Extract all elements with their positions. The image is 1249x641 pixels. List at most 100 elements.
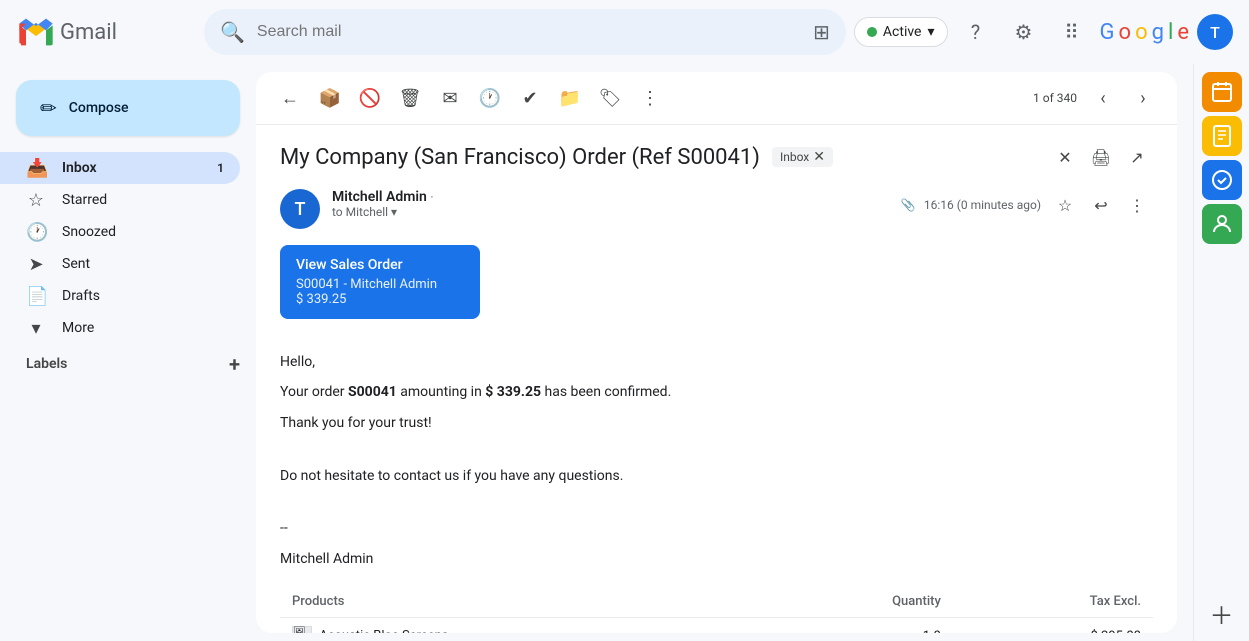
gmail-logo-text: Gmail	[60, 20, 117, 45]
sender-dot: ·	[430, 190, 433, 204]
google-branding: Google	[1100, 20, 1189, 45]
sales-card-order-ref: S00041 - Mitchell Admin	[296, 277, 464, 292]
spam-button[interactable]: 🚫	[352, 80, 388, 116]
order-table-header: Products Quantity Tax Excl.	[280, 586, 1153, 618]
email-toolbar: ← 📦 🚫 🗑 ✉ 🕐 ✔ 📁 🏷 ⋮ 1 of 340 ‹ ›	[256, 72, 1177, 125]
signature-dash: --	[280, 517, 1153, 539]
order-table-body: 🖼 Acoustic Bloc Screens 1.0 $ 295.00	[280, 618, 1153, 633]
email-body: Hello, Your order S00041 amounting in $ …	[280, 351, 1153, 570]
tax-excl-cell: $ 295.00	[953, 618, 1153, 633]
snoozed-label: Snoozed	[62, 224, 116, 240]
reply-button[interactable]: ↩	[1085, 189, 1117, 221]
user-avatar[interactable]: T	[1197, 14, 1233, 50]
search-input[interactable]	[257, 23, 801, 41]
notes-icon	[1210, 124, 1234, 148]
archive-button[interactable]: 📦	[312, 80, 348, 116]
pagination: 1 of 340 ‹ ›	[1033, 80, 1161, 116]
move-to-button[interactable]: 📁	[552, 80, 588, 116]
search-bar[interactable]: 🔍 ⊞	[204, 9, 846, 55]
search-icon: 🔍	[220, 20, 245, 44]
add-label-button[interactable]: +	[229, 352, 240, 376]
open-in-new-button[interactable]: ↗	[1121, 141, 1153, 173]
pagination-count: 1 of 340	[1033, 91, 1077, 105]
print-button[interactable]: 🖨	[1085, 141, 1117, 173]
snoozed-icon: 🕐	[26, 222, 46, 243]
prev-email-button[interactable]: ‹	[1085, 80, 1121, 116]
status-dot	[867, 27, 877, 37]
table-row: 🖼 Acoustic Bloc Screens 1.0 $ 295.00	[280, 618, 1153, 633]
remove-tag-button[interactable]: ✕	[813, 149, 825, 165]
gmail-logo-icon	[16, 12, 56, 52]
star-message-button[interactable]: ☆	[1049, 189, 1081, 221]
compose-icon: ✏	[40, 96, 57, 120]
sidebar-item-drafts[interactable]: 📄 Drafts	[0, 280, 240, 312]
sidebar: ✏ Compose 📥 Inbox 1 ☆ Starred 🕐 Snoozed …	[0, 64, 256, 641]
message-header: T Mitchell Admin · to Mitchell ▾ 📎 16:16…	[280, 189, 1153, 229]
sender-avatar: T	[280, 189, 320, 229]
gmail-logo: Gmail	[16, 12, 196, 52]
next-email-button[interactable]: ›	[1125, 80, 1161, 116]
message-more-button[interactable]: ⋮	[1121, 189, 1153, 221]
more-label: More	[62, 320, 94, 336]
sidebar-item-snoozed[interactable]: 🕐 Snoozed	[0, 216, 240, 248]
tasks-icon	[1210, 168, 1234, 192]
sidebar-item-sent[interactable]: ➤ Sent	[0, 248, 240, 280]
notes-panel-button[interactable]	[1202, 116, 1242, 156]
sent-icon: ➤	[26, 254, 46, 275]
quantity-cell: 1.0	[759, 618, 952, 633]
add-task-button[interactable]: ✔	[512, 80, 548, 116]
sender-info: Mitchell Admin · to Mitchell ▾	[332, 189, 901, 219]
contacts-panel-button[interactable]	[1202, 204, 1242, 244]
topbar: Gmail 🔍 ⊞ Active ▾ ? ⚙ ⠿ Google T	[0, 0, 1249, 64]
signature-name: Mitchell Admin	[280, 548, 1153, 570]
attachment-icon: 📎	[901, 198, 916, 212]
apps-button[interactable]: ⠿	[1052, 12, 1092, 52]
calendar-panel-button[interactable]	[1202, 72, 1242, 112]
email-content: My Company (San Francisco) Order (Ref S0…	[256, 125, 1177, 633]
status-label: Active	[883, 24, 922, 40]
compose-button[interactable]: ✏ Compose	[16, 80, 240, 136]
drafts-icon: 📄	[26, 286, 46, 307]
message-time: 16:16 (0 minutes ago)	[924, 198, 1041, 212]
message-actions: ☆ ↩ ⋮	[1049, 189, 1153, 221]
main-layout: ✏ Compose 📥 Inbox 1 ☆ Starred 🕐 Snoozed …	[0, 64, 1249, 641]
search-options-icon[interactable]: ⊞	[813, 20, 830, 44]
product-cell: 🖼 Acoustic Bloc Screens	[280, 618, 759, 633]
sales-card-amount: $ 339.25	[296, 292, 464, 307]
sidebar-item-more[interactable]: ▾ More	[0, 312, 240, 344]
sidebar-item-inbox[interactable]: 📥 Inbox 1	[0, 152, 240, 184]
sidebar-item-starred[interactable]: ☆ Starred	[0, 184, 240, 216]
star-icon: ☆	[26, 190, 46, 211]
inbox-tag: Inbox ✕	[772, 147, 833, 167]
greeting: Hello,	[280, 351, 1153, 373]
sales-card-button-label: View Sales Order	[296, 257, 464, 273]
body-line2: Thank you for your trust!	[280, 412, 1153, 434]
help-button[interactable]: ?	[956, 12, 996, 52]
sender-name: Mitchell Admin	[332, 189, 427, 205]
back-button[interactable]: ←	[272, 80, 308, 116]
view-sales-order-button[interactable]: View Sales Order S00041 - Mitchell Admin…	[280, 245, 480, 319]
to-chevron[interactable]: ▾	[391, 205, 397, 219]
email-panel: ← 📦 🚫 🗑 ✉ 🕐 ✔ 📁 🏷 ⋮ 1 of 340 ‹ › My Comp…	[256, 72, 1177, 633]
sent-label: Sent	[62, 256, 90, 272]
sales-order-section: View Sales Order S00041 - Mitchell Admin…	[280, 245, 1153, 335]
settings-button[interactable]: ⚙	[1004, 12, 1044, 52]
delete-button[interactable]: 🗑	[392, 80, 428, 116]
close-email-button[interactable]: ✕	[1049, 141, 1081, 173]
mark-unread-button[interactable]: ✉	[432, 80, 468, 116]
email-subject-title: My Company (San Francisco) Order (Ref S0…	[280, 145, 760, 170]
label-button[interactable]: 🏷	[592, 80, 628, 116]
inbox-badge: 1	[217, 161, 224, 175]
inbox-icon: 📥	[26, 158, 46, 179]
col-tax-excl: Tax Excl.	[953, 586, 1153, 618]
tasks-panel-button[interactable]	[1202, 160, 1242, 200]
pagination-arrows: ‹ ›	[1085, 80, 1161, 116]
product-image: 🖼	[292, 626, 312, 633]
sender-to[interactable]: to Mitchell ▾	[332, 205, 901, 219]
product-name: Acoustic Bloc Screens	[319, 629, 448, 633]
more-actions-button[interactable]: ⋮	[632, 80, 668, 116]
labels-title: Labels	[26, 356, 67, 372]
status-badge[interactable]: Active ▾	[854, 17, 948, 47]
snooze-button[interactable]: 🕐	[472, 80, 508, 116]
add-panel-button[interactable]: ＋	[1202, 593, 1242, 633]
